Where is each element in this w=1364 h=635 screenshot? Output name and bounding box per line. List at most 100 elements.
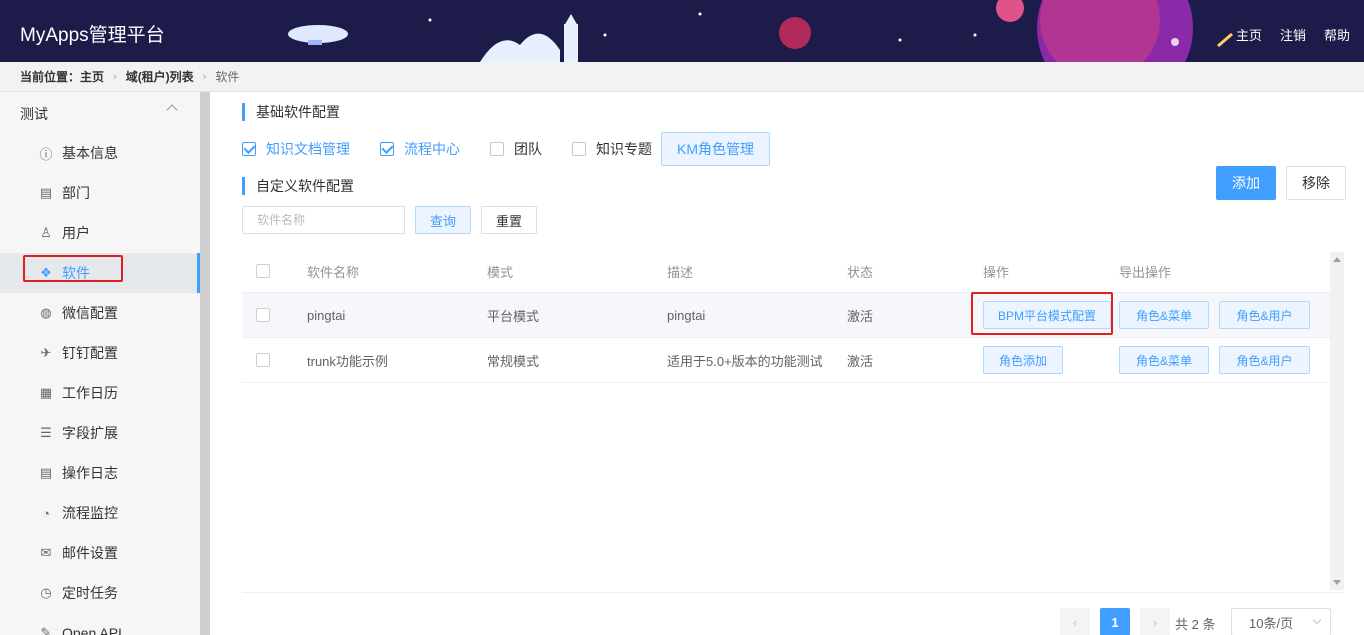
column-header-status: 状态 xyxy=(847,264,874,280)
scroll-up-arrow-icon[interactable] xyxy=(1333,257,1341,262)
sidebar-item-basic-info[interactable]: ⓘ 基本信息 xyxy=(0,133,200,173)
sidebar-item-department[interactable]: ▤ 部门 xyxy=(0,173,200,213)
remove-button[interactable]: 移除 xyxy=(1286,166,1346,200)
cell-status: 激活 xyxy=(847,353,874,369)
chevron-down-icon xyxy=(1312,615,1322,625)
table-vertical-scrollbar[interactable] xyxy=(1330,252,1344,590)
sidebar-item-label: 工作日历 xyxy=(62,385,118,401)
pagination-total: 共 2 条 xyxy=(1175,617,1216,632)
page-size-select[interactable]: 10条/页 xyxy=(1231,608,1331,635)
cell-name: trunk功能示例 xyxy=(307,353,388,369)
checkbox-box[interactable] xyxy=(572,142,586,156)
custom-config-title: 自定义软件配置 xyxy=(242,177,354,195)
column-header-description: 描述 xyxy=(667,264,694,280)
chevron-right-icon: › xyxy=(113,70,117,83)
checkbox-box[interactable] xyxy=(242,142,256,156)
software-name-search-input[interactable] xyxy=(242,206,405,234)
select-all-cell[interactable] xyxy=(256,250,270,292)
header-nav: 主页 注销 帮助 xyxy=(1236,25,1350,44)
sidebar: 测试 ⓘ 基本信息 ▤ 部门 ♙ 用户 ❖ 软件 ◍ 微信配置 ✈ 钉钉配置 ▦… xyxy=(0,92,210,635)
breadcrumb-home[interactable]: 当前位置：主页 xyxy=(20,68,104,85)
dashboard-icon: ◔ xyxy=(42,505,50,521)
prev-page-button[interactable]: ‹ xyxy=(1060,608,1090,635)
export-role-menu-button[interactable]: 角色&菜单 xyxy=(1119,301,1209,329)
export-role-user-button[interactable]: 角色&用户 xyxy=(1219,346,1310,374)
sidebar-scrollbar[interactable] xyxy=(200,92,210,635)
sidebar-item-process-monitor[interactable]: ◔ 流程监控 xyxy=(0,493,200,533)
table-bottom-border xyxy=(242,592,1344,593)
export-role-menu-button[interactable]: 角色&菜单 xyxy=(1119,346,1209,374)
sidebar-item-dingtalk[interactable]: ✈ 钉钉配置 xyxy=(0,333,200,373)
km-role-management-button[interactable]: KM角色管理 xyxy=(661,132,770,166)
calendar-icon: ▦ xyxy=(39,385,53,400)
row-checkbox[interactable] xyxy=(256,308,270,322)
row-select-cell[interactable] xyxy=(256,293,270,337)
reset-button[interactable]: 重置 xyxy=(481,206,537,234)
cell-mode: 常规模式 xyxy=(487,353,540,369)
clock-icon: ◷ xyxy=(40,585,52,600)
plane-icon: ✈ xyxy=(40,345,52,360)
cell-description: pingtai xyxy=(667,307,706,323)
add-role-button[interactable]: 角色添加 xyxy=(983,346,1063,374)
nav-help-link[interactable]: 帮助 xyxy=(1324,25,1350,44)
page-size-value: 10条/页 xyxy=(1249,615,1294,631)
scroll-down-arrow-icon[interactable] xyxy=(1333,580,1341,585)
breadcrumb-tenant-list[interactable]: 域(租户)列表 xyxy=(126,68,194,85)
row-select-cell[interactable] xyxy=(256,338,270,382)
page-number-current[interactable]: 1 xyxy=(1100,608,1130,635)
sidebar-item-open-api[interactable]: ✎ Open API xyxy=(0,613,200,635)
cell-name: pingtai xyxy=(307,307,346,323)
sidebar-item-label: 微信配置 xyxy=(62,305,118,321)
breadcrumb-current: 软件 xyxy=(215,70,240,84)
sidebar-item-scheduled-tasks[interactable]: ◷ 定时任务 xyxy=(0,573,200,613)
next-page-button[interactable]: › xyxy=(1140,608,1170,635)
nav-home-link[interactable]: 主页 xyxy=(1236,25,1262,44)
sidebar-item-label: 字段扩展 xyxy=(62,425,118,441)
header-illustration xyxy=(288,0,1233,62)
chevron-up-icon[interactable] xyxy=(166,104,178,116)
cell-mode: 平台模式 xyxy=(487,308,540,324)
query-button[interactable]: 查询 xyxy=(415,206,471,234)
sidebar-item-operation-log[interactable]: ▤ 操作日志 xyxy=(0,453,200,493)
sidebar-item-label: 用户 xyxy=(62,225,90,241)
checkbox-team[interactable]: 团队 xyxy=(490,139,542,159)
sidebar-item-wechat[interactable]: ◍ 微信配置 xyxy=(0,293,200,333)
column-header-export: 导出操作 xyxy=(1119,264,1172,280)
sidebar-item-calendar[interactable]: ▦ 工作日历 xyxy=(0,373,200,413)
wrench-icon: ✎ xyxy=(40,625,52,635)
sidebar-item-label: 部门 xyxy=(62,185,90,201)
sidebar-item-mail-settings[interactable]: ✉ 邮件设置 xyxy=(0,533,200,573)
basic-config-title: 基础软件配置 xyxy=(242,103,340,121)
checkbox-label: 团队 xyxy=(514,141,542,157)
envelope-icon: ✉ xyxy=(40,545,52,560)
row-checkbox[interactable] xyxy=(256,353,270,367)
table-header-row: 软件名称 模式 描述 状态 操作 导出操作 xyxy=(242,250,1330,293)
sidebar-item-label: 基本信息 xyxy=(62,145,118,161)
log-icon: ▤ xyxy=(39,465,53,480)
sidebar-group-title[interactable]: 测试 xyxy=(20,104,48,124)
table-row: pingtai 平台模式 pingtai 激活 BPM平台模式配置 角色&菜单 … xyxy=(242,293,1330,338)
highlight-box-bpm-config xyxy=(971,292,1113,335)
export-role-user-button[interactable]: 角色&用户 xyxy=(1219,301,1310,329)
nav-logout-link[interactable]: 注销 xyxy=(1280,25,1306,44)
checkbox-label: 流程中心 xyxy=(404,141,460,157)
checkbox-box[interactable] xyxy=(490,142,504,156)
sidebar-item-user[interactable]: ♙ 用户 xyxy=(0,213,200,253)
cell-description: 适用于5.0+版本的功能测试 xyxy=(667,353,823,369)
select-all-checkbox[interactable] xyxy=(256,264,270,278)
sidebar-item-label: 钉钉配置 xyxy=(62,345,118,361)
checkbox-km-docs[interactable]: 知识文档管理 xyxy=(242,139,350,159)
checkbox-process-center[interactable]: 流程中心 xyxy=(380,139,460,159)
basic-config-options: 知识文档管理 流程中心 团队 知识专题 KM角色管理 xyxy=(242,132,770,166)
sidebar-item-label: 操作日志 xyxy=(62,465,118,481)
building-icon: ▤ xyxy=(39,185,53,200)
highlight-box-software xyxy=(23,255,123,282)
column-header-name: 软件名称 xyxy=(307,264,360,280)
add-button[interactable]: 添加 xyxy=(1216,166,1276,200)
checkbox-box[interactable] xyxy=(380,142,394,156)
breadcrumb: 当前位置：主页 › 域(租户)列表 › 软件 xyxy=(0,62,1364,92)
column-header-actions: 操作 xyxy=(983,264,1010,280)
top-header: MyApps管理平台 主页 注销 帮助 xyxy=(0,0,1364,62)
checkbox-knowledge-topic[interactable]: 知识专题 xyxy=(572,139,652,159)
sidebar-item-field-extension[interactable]: ☰ 字段扩展 xyxy=(0,413,200,453)
